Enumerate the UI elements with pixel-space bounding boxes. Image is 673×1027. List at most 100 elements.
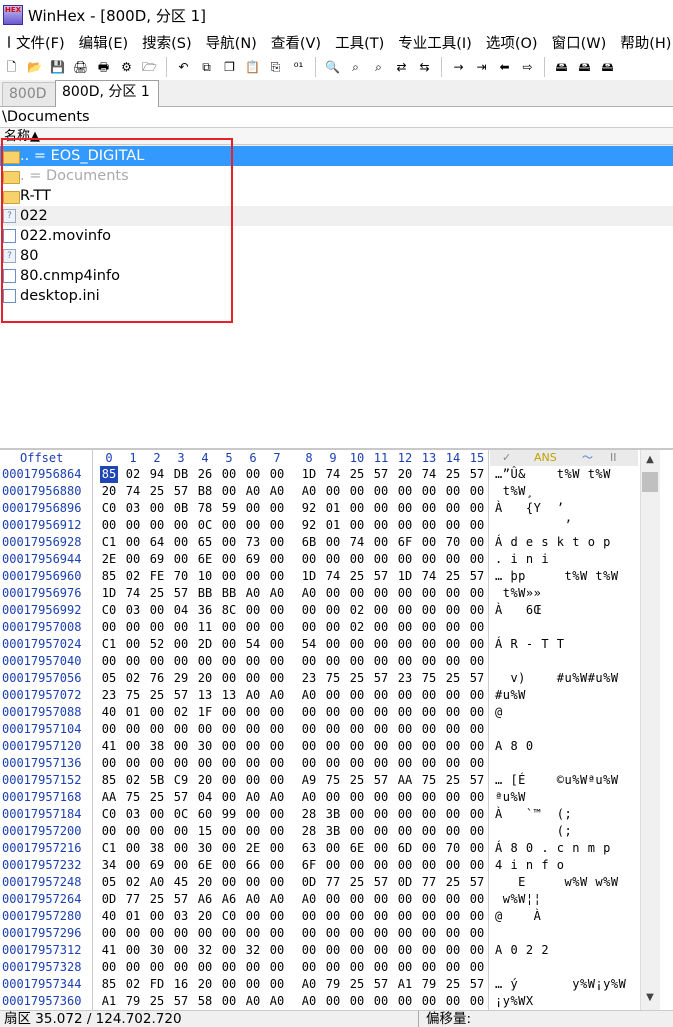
row-text[interactable]: v) #u%W#u%W	[495, 670, 619, 687]
goto-offset-icon[interactable]: →	[450, 58, 468, 76]
hex-byte[interactable]: 00	[324, 704, 342, 721]
hex-byte[interactable]: 00	[396, 738, 414, 755]
hex-byte[interactable]: 20	[396, 466, 414, 483]
hex-byte[interactable]: 45	[172, 874, 190, 891]
hex-byte[interactable]: 00	[324, 551, 342, 568]
hex-byte[interactable]: 00	[396, 823, 414, 840]
hex-byte[interactable]: 00	[420, 602, 438, 619]
hex-byte[interactable]: 00	[396, 517, 414, 534]
hex-byte[interactable]: 00	[196, 755, 214, 772]
hex-byte[interactable]: 00	[244, 517, 262, 534]
hex-byte[interactable]: 00	[124, 517, 142, 534]
hex-byte[interactable]: 04	[196, 789, 214, 806]
hex-byte[interactable]: 69	[148, 551, 166, 568]
scroll-down-icon[interactable]: ▼	[641, 990, 659, 1006]
tab-pen-icon[interactable]: ✓	[502, 450, 511, 466]
menu-options[interactable]: 选项(O)	[486, 32, 538, 53]
hex-byte[interactable]: 57	[372, 772, 390, 789]
find-icon[interactable]: 🔍	[324, 58, 342, 76]
hex-byte[interactable]: 92	[300, 500, 318, 517]
vertical-scrollbar[interactable]	[640, 450, 661, 1010]
hex-byte[interactable]: 74	[124, 483, 142, 500]
menu-search[interactable]: 搜索(S)	[142, 32, 192, 53]
hex-byte[interactable]: 00	[420, 585, 438, 602]
row-text[interactable]: … þp t%W t%W	[495, 568, 619, 585]
hex-byte[interactable]: 6E	[348, 840, 366, 857]
hex-byte[interactable]: 00	[244, 721, 262, 738]
hex-byte[interactable]: 00	[268, 925, 286, 942]
hex-byte[interactable]: 00	[468, 738, 486, 755]
hex-byte[interactable]: A0	[300, 483, 318, 500]
hex-byte[interactable]: 00	[372, 602, 390, 619]
hex-byte[interactable]: 25	[444, 466, 462, 483]
hex-byte[interactable]: 00	[220, 959, 238, 976]
hex-byte[interactable]: 00	[348, 483, 366, 500]
hex-byte[interactable]: 00	[348, 925, 366, 942]
hex-byte[interactable]: 00	[100, 959, 118, 976]
hex-row[interactable]: 00017956928 C1 00 64 00 65 00 73 00 6B 00 74 00 6F 00 7…	[0, 534, 640, 551]
hex-byte[interactable]: 0B	[172, 500, 190, 517]
hex-byte[interactable]: 25	[444, 670, 462, 687]
hex-byte[interactable]: 00	[268, 874, 286, 891]
hex-byte[interactable]: 00	[468, 908, 486, 925]
replace-hex-icon[interactable]: ⇆	[416, 58, 434, 76]
hex-byte[interactable]: 00	[348, 908, 366, 925]
hex-byte[interactable]: 00	[220, 823, 238, 840]
hex-byte[interactable]: 74	[324, 466, 342, 483]
hex-byte[interactable]: 02	[348, 619, 366, 636]
hex-byte[interactable]: 00	[220, 789, 238, 806]
hex-byte[interactable]: 74	[420, 568, 438, 585]
hex-byte[interactable]: 02	[124, 466, 142, 483]
hex-byte[interactable]: 00	[348, 551, 366, 568]
hex-byte[interactable]: 00	[124, 721, 142, 738]
hex-byte[interactable]: 00	[220, 551, 238, 568]
hex-byte[interactable]: 00	[172, 551, 190, 568]
hex-byte[interactable]: 00	[348, 755, 366, 772]
hex-byte[interactable]: 0D	[100, 891, 118, 908]
hex-row[interactable]: 00017957248 05 02 A0 45 20 00 00 00 0D 77 25 57 0D 77 2…	[0, 874, 640, 891]
hex-byte[interactable]: 00	[396, 500, 414, 517]
row-text[interactable]: ’	[495, 517, 572, 534]
tab-800d[interactable]: 800D	[2, 82, 56, 106]
hex-byte[interactable]: 00	[324, 755, 342, 772]
hex-byte[interactable]: 41	[100, 738, 118, 755]
hex-byte[interactable]: 00	[124, 534, 142, 551]
hex-byte[interactable]: 00	[372, 840, 390, 857]
hex-byte[interactable]: 30	[196, 840, 214, 857]
hex-byte[interactable]: 00	[100, 823, 118, 840]
hex-byte[interactable]: 00	[372, 755, 390, 772]
hex-row[interactable]: 00017957024 C1 00 52 00 2D 00 54 00 54 00 00 00 00 00 0…	[0, 636, 640, 653]
hex-byte[interactable]: 76	[148, 670, 166, 687]
hex-byte[interactable]: 00	[244, 653, 262, 670]
hex-byte[interactable]: 00	[172, 823, 190, 840]
hex-byte[interactable]: 26	[196, 466, 214, 483]
hex-row[interactable]: 00017957168 AA 75 25 57 04 00 A0 A0 A0 00 00 00 00 00 0…	[0, 789, 640, 806]
hex-byte[interactable]: 00	[420, 687, 438, 704]
hex-byte[interactable]: 00	[148, 806, 166, 823]
save-icon[interactable]: 💾	[49, 58, 67, 76]
hex-byte[interactable]: 00	[300, 602, 318, 619]
disk-icon[interactable]: 🖴	[553, 58, 571, 76]
hex-byte[interactable]: 04	[172, 602, 190, 619]
hex-byte[interactable]: 16	[172, 976, 190, 993]
hex-byte[interactable]: 59	[220, 500, 238, 517]
hex-byte[interactable]: 00	[300, 704, 318, 721]
row-text[interactable]: …”Û& t%W t%W	[495, 466, 611, 483]
hex-byte[interactable]: 00	[124, 551, 142, 568]
hex-row[interactable]: 00017957232 34 00 69 00 6E 00 66 00 6F 00 00 00 00 00 0…	[0, 857, 640, 874]
hex-byte[interactable]: 00	[348, 500, 366, 517]
row-text[interactable]: . i n i	[495, 551, 549, 568]
hex-byte[interactable]: 03	[124, 806, 142, 823]
find-hex-icon[interactable]: ⌕	[370, 58, 388, 76]
hex-byte[interactable]: 57	[172, 687, 190, 704]
hex-row[interactable]: 00017957072 23 75 25 57 13 13 A0 A0 A0 00 00 00 00 00 0…	[0, 687, 640, 704]
hex-byte[interactable]: 00	[100, 755, 118, 772]
hex-byte[interactable]: 57	[172, 891, 190, 908]
hex-byte[interactable]: 00	[444, 806, 462, 823]
hex-byte[interactable]: 00	[244, 976, 262, 993]
hex-byte[interactable]: 00	[444, 908, 462, 925]
hex-byte[interactable]: 00	[196, 721, 214, 738]
hex-byte[interactable]: 00	[124, 619, 142, 636]
cursor-byte[interactable]: 85	[100, 466, 118, 483]
hex-byte[interactable]: 00	[148, 602, 166, 619]
